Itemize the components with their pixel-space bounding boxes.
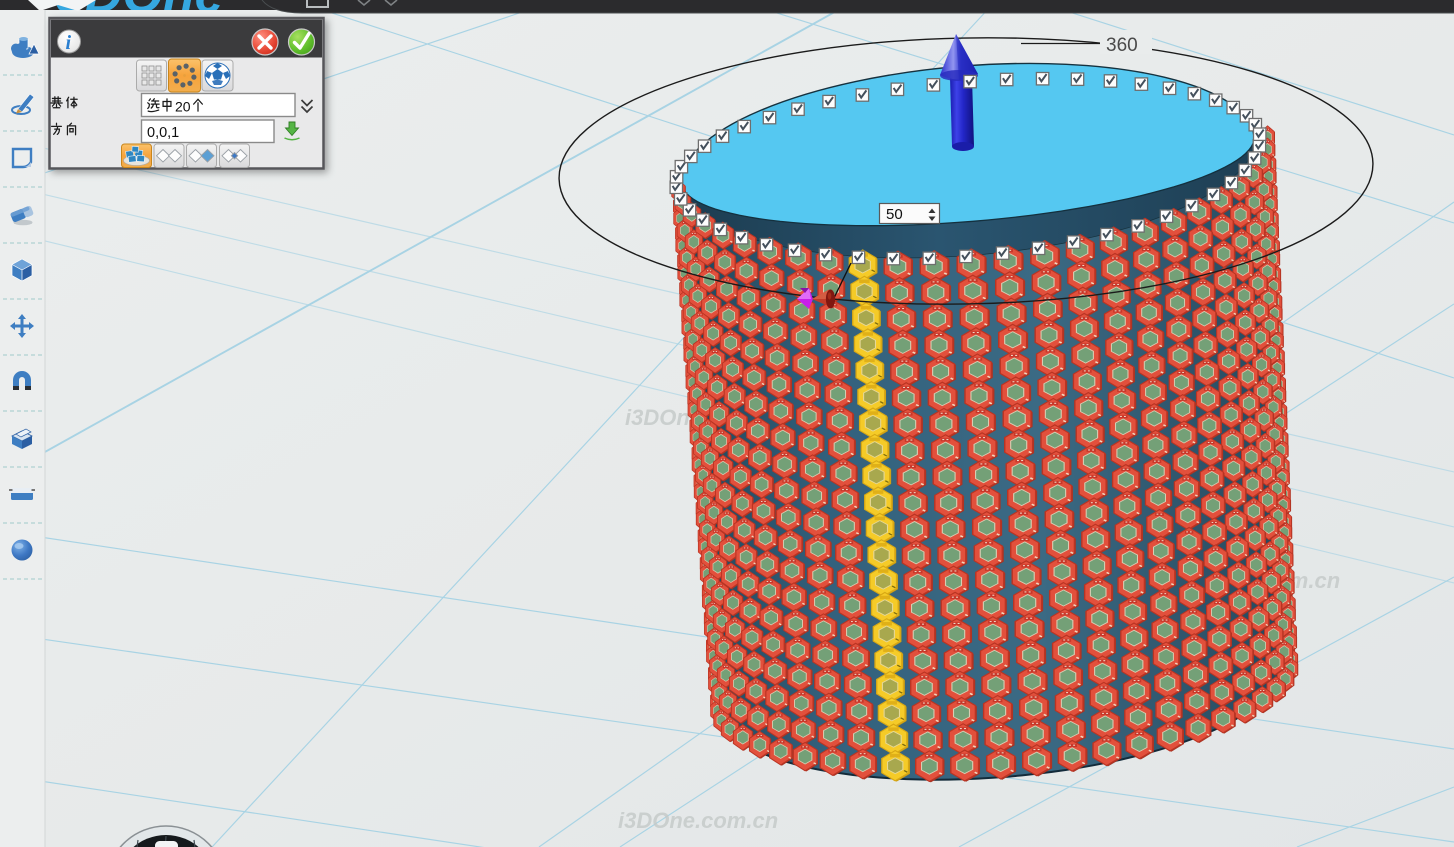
svg-text:i: i <box>66 32 72 54</box>
svg-text:0,0,1: 0,0,1 <box>147 125 179 141</box>
svg-text:360: 360 <box>1106 35 1138 56</box>
svg-text:20: 20 <box>175 99 191 115</box>
svg-text:50: 50 <box>886 206 903 223</box>
svg-text:i3DOne.com.cn: i3DOne.com.cn <box>618 808 778 833</box>
